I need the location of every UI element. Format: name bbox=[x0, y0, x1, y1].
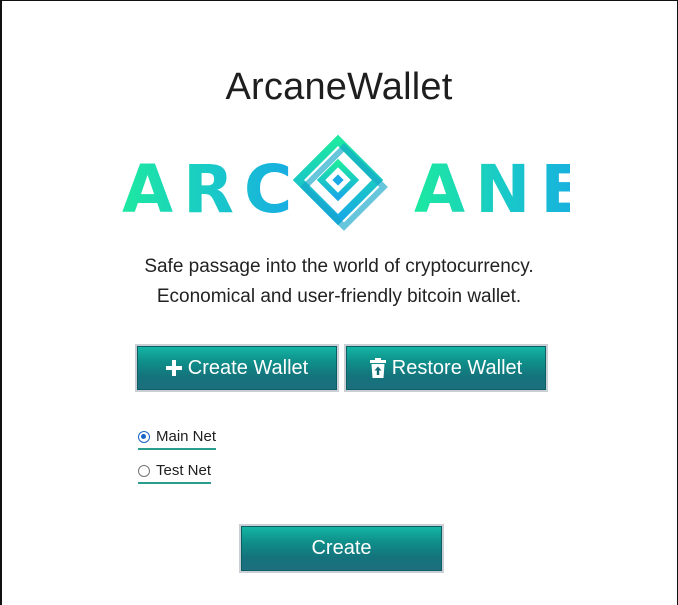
create-button-label: Create bbox=[311, 537, 372, 559]
main-net-label: Main Net bbox=[156, 428, 217, 445]
tagline-line-1: Safe passage into the world of cryptocur… bbox=[144, 256, 534, 277]
create-wallet-button[interactable]: Create Wallet bbox=[135, 344, 339, 392]
svg-text:ANE: ANE bbox=[414, 151, 570, 228]
main-net-radio[interactable] bbox=[138, 430, 150, 443]
arcane-logo: ARC ANE bbox=[122, 134, 570, 231]
tagline-line-2: Economical and user-friendly bitcoin wal… bbox=[156, 286, 522, 307]
test-net-radio[interactable] bbox=[138, 464, 150, 477]
network-option-test-net[interactable]: Test Net bbox=[138, 462, 212, 484]
restore-wallet-button[interactable]: Restore Wallet bbox=[344, 344, 548, 392]
create-button[interactable]: Create bbox=[239, 524, 444, 573]
logo-diamond-icon bbox=[292, 134, 388, 231]
svg-text:ARC: ARC bbox=[122, 151, 302, 228]
restore-wallet-label: Restore Wallet bbox=[391, 356, 523, 379]
create-wallet-label: Create Wallet bbox=[187, 356, 309, 379]
page-title: ArcaneWallet bbox=[225, 66, 453, 108]
test-net-label: Test Net bbox=[156, 462, 212, 479]
trash-restore-icon bbox=[369, 358, 386, 378]
network-option-main-net[interactable]: Main Net bbox=[138, 428, 217, 450]
plus-icon bbox=[165, 360, 182, 376]
